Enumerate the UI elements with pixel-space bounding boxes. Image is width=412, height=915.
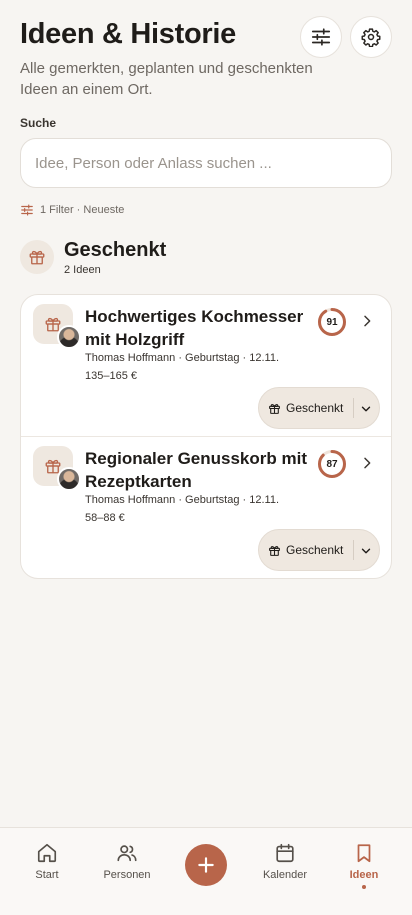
list-item[interactable]: Regionaler Genusskorb mit Rezeptkarten T… bbox=[21, 436, 391, 577]
status-dropdown[interactable]: Geschenkt bbox=[258, 387, 380, 429]
idea-price: 135–165 € bbox=[85, 370, 137, 382]
chevron-right-icon[interactable] bbox=[359, 455, 375, 471]
tab-label: Start bbox=[35, 869, 59, 881]
tab-label: Kalender bbox=[262, 869, 308, 881]
people-icon bbox=[117, 845, 137, 862]
calendar-icon bbox=[276, 843, 294, 863]
section-header: Geschenkt 2 Ideen bbox=[20, 238, 166, 276]
gift-icon bbox=[269, 545, 280, 556]
tab-ideas[interactable]: Ideen bbox=[329, 842, 399, 889]
home-icon bbox=[37, 843, 57, 863]
score-value: 91 bbox=[326, 316, 338, 328]
ideas-card: Hochwertiges Kochmesser mit Holzgriff Th… bbox=[20, 294, 392, 579]
section-title: Geschenkt bbox=[64, 239, 167, 261]
idea-meta: Thomas Hoffmann · Geburtstag · 12.11. bbox=[85, 494, 280, 506]
section-icon-wrap bbox=[20, 240, 54, 274]
avatar bbox=[57, 325, 81, 349]
tab-start[interactable]: Start bbox=[12, 842, 82, 881]
filter-button[interactable] bbox=[300, 16, 342, 58]
status-label: Geschenkt bbox=[286, 401, 344, 415]
sliders-icon bbox=[21, 204, 33, 216]
search-label: Suche bbox=[20, 116, 57, 130]
score-value: 87 bbox=[326, 458, 338, 470]
search-input[interactable] bbox=[20, 138, 392, 188]
chevron-down-icon bbox=[361, 548, 371, 554]
sliders-icon bbox=[311, 28, 331, 46]
page-subtitle: Alle gemerkten, geplanten und geschenkte… bbox=[20, 60, 313, 98]
tab-label: Ideen bbox=[349, 869, 379, 881]
plus-icon bbox=[198, 857, 214, 873]
filter-summary-text: 1 Filter · Neueste bbox=[40, 204, 125, 216]
chevron-right-icon[interactable] bbox=[359, 313, 375, 329]
idea-title: Hochwertiges Kochmesser mit Holzgriff bbox=[85, 307, 304, 349]
filter-summary[interactable]: 1 Filter · Neueste bbox=[20, 203, 124, 217]
bottom-tab-bar: Start Personen Kalender Ideen bbox=[0, 827, 412, 915]
add-idea-button[interactable] bbox=[185, 844, 227, 886]
gear-icon bbox=[361, 28, 381, 47]
bookmark-icon bbox=[357, 844, 371, 863]
gift-icon bbox=[269, 403, 280, 414]
avatar bbox=[57, 467, 81, 491]
tab-people[interactable]: Personen bbox=[92, 842, 162, 881]
status-divider bbox=[353, 540, 354, 560]
list-item[interactable]: Hochwertiges Kochmesser mit Holzgriff Th… bbox=[21, 295, 391, 436]
idea-title: Regionaler Genusskorb mit Rezeptkarten bbox=[85, 449, 307, 491]
status-dropdown[interactable]: Geschenkt bbox=[258, 529, 380, 571]
chevron-down-icon bbox=[361, 406, 371, 412]
active-tab-indicator bbox=[362, 885, 366, 889]
tab-calendar[interactable]: Kalender bbox=[250, 842, 320, 881]
tab-label: Personen bbox=[103, 869, 151, 881]
settings-button[interactable] bbox=[350, 16, 392, 58]
status-label: Geschenkt bbox=[286, 543, 344, 557]
section-count: 2 Ideen bbox=[64, 264, 101, 276]
idea-meta: Thomas Hoffmann · Geburtstag · 12.11. bbox=[85, 352, 280, 364]
gift-icon bbox=[29, 250, 45, 265]
idea-price: 58–88 € bbox=[85, 512, 125, 524]
status-divider bbox=[353, 398, 354, 418]
